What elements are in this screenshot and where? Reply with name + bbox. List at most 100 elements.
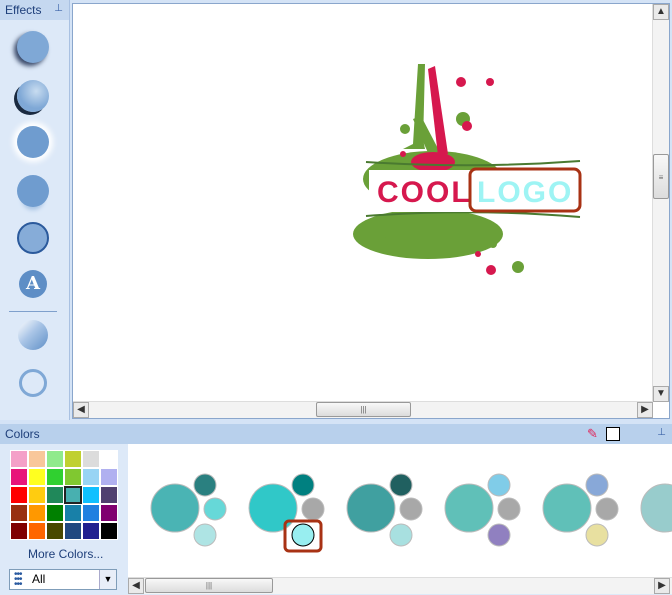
colors-title: Colors bbox=[5, 427, 40, 441]
text-effect-glyph: A bbox=[26, 273, 40, 294]
color-swatch[interactable] bbox=[100, 504, 118, 522]
scroll-left-button[interactable]: ◀ bbox=[73, 402, 89, 418]
color-circle[interactable] bbox=[585, 473, 609, 497]
more-colors-link[interactable]: More Colors... bbox=[28, 547, 103, 561]
color-swatch[interactable] bbox=[100, 486, 118, 504]
logo-word-logo[interactable]: LOGO bbox=[477, 176, 573, 209]
vertical-scroll-thumb[interactable]: ≡ bbox=[653, 154, 669, 199]
color-swatch[interactable] bbox=[10, 450, 28, 468]
color-palette bbox=[10, 450, 118, 540]
color-swatch[interactable] bbox=[46, 504, 64, 522]
color-circle[interactable] bbox=[487, 523, 511, 547]
chevron-down-icon[interactable]: ▼ bbox=[99, 570, 116, 589]
colors-header: Colors ✎ ⊥ bbox=[0, 424, 672, 444]
color-swatch[interactable] bbox=[46, 522, 64, 540]
text-effect-button[interactable]: A bbox=[19, 270, 47, 298]
gradient-effect-button[interactable] bbox=[18, 320, 48, 350]
color-circle[interactable] bbox=[640, 483, 672, 533]
logo-word-cool: COOL bbox=[377, 176, 472, 209]
effects-panel: Effects ⊥ A bbox=[0, 0, 70, 420]
color-circle[interactable] bbox=[389, 523, 413, 547]
glow-effect-button[interactable] bbox=[17, 126, 49, 158]
pin-icon[interactable]: ⊥ bbox=[54, 3, 63, 14]
color-circle[interactable] bbox=[399, 497, 423, 521]
color-swatch[interactable] bbox=[46, 468, 64, 486]
color-sets-gallery bbox=[128, 444, 672, 577]
sets-scroll-right-button[interactable]: ▶ bbox=[654, 578, 670, 594]
eyedropper-icon[interactable]: ✎ bbox=[587, 426, 598, 442]
color-swatch[interactable] bbox=[28, 468, 46, 486]
ring-effect-button[interactable] bbox=[19, 369, 47, 397]
color-circle[interactable] bbox=[193, 473, 217, 497]
color-circle[interactable] bbox=[150, 483, 200, 533]
color-circle[interactable] bbox=[389, 473, 413, 497]
grid-icon: ••• ••• ••• bbox=[14, 569, 22, 590]
color-swatch[interactable] bbox=[10, 486, 28, 504]
current-color-swatch[interactable] bbox=[606, 427, 620, 441]
vertical-scrollbar[interactable]: ▲ ≡ ▼ bbox=[652, 4, 669, 402]
color-circle[interactable] bbox=[291, 473, 315, 497]
color-circle[interactable] bbox=[497, 497, 521, 521]
color-swatch[interactable] bbox=[28, 450, 46, 468]
color-swatch[interactable] bbox=[28, 504, 46, 522]
design-canvas[interactable]: COOL LOGO ▲ ≡ ▼ ◀ ||| ▶ bbox=[72, 3, 670, 419]
color-swatch[interactable] bbox=[10, 504, 28, 522]
logo-artwork[interactable]: COOL LOGO bbox=[73, 4, 653, 402]
colors-panel: Colors ✎ ⊥ More Colors... ••• ••• ••• All … bbox=[0, 424, 672, 595]
color-circle[interactable] bbox=[542, 483, 592, 533]
color-swatch[interactable] bbox=[64, 504, 82, 522]
sets-scroll-left-button[interactable]: ◀ bbox=[128, 578, 144, 594]
color-swatch[interactable] bbox=[100, 468, 118, 486]
horizontal-scrollbar[interactable]: ◀ ||| ▶ bbox=[73, 401, 653, 418]
color-circle[interactable] bbox=[346, 483, 396, 533]
color-swatch[interactable] bbox=[28, 486, 46, 504]
color-swatch[interactable] bbox=[82, 450, 100, 468]
color-swatch[interactable] bbox=[10, 468, 28, 486]
shadow-effect-button[interactable] bbox=[17, 31, 49, 63]
color-swatch[interactable] bbox=[28, 522, 46, 540]
color-circle[interactable] bbox=[193, 523, 217, 547]
color-circle[interactable] bbox=[203, 497, 227, 521]
color-swatch[interactable] bbox=[100, 450, 118, 468]
color-circle[interactable] bbox=[585, 523, 609, 547]
color-swatch[interactable] bbox=[46, 486, 64, 504]
effects-title: Effects bbox=[5, 3, 42, 17]
bevel-effect-button[interactable] bbox=[17, 80, 49, 112]
scroll-right-button[interactable]: ▶ bbox=[637, 402, 653, 418]
color-swatch[interactable] bbox=[82, 468, 100, 486]
color-swatch[interactable] bbox=[64, 486, 82, 504]
color-swatch[interactable] bbox=[100, 522, 118, 540]
color-swatch[interactable] bbox=[82, 486, 100, 504]
color-swatch[interactable] bbox=[46, 450, 64, 468]
color-circle[interactable] bbox=[444, 483, 494, 533]
color-swatch[interactable] bbox=[82, 504, 100, 522]
sets-scroll-thumb[interactable]: ||| bbox=[145, 578, 273, 593]
reflection-effect-button[interactable] bbox=[17, 175, 49, 207]
color-swatch[interactable] bbox=[64, 450, 82, 468]
color-circle[interactable] bbox=[595, 497, 619, 521]
color-set[interactable] bbox=[542, 473, 619, 547]
scroll-up-button[interactable]: ▲ bbox=[653, 4, 669, 20]
scroll-down-button[interactable]: ▼ bbox=[653, 386, 669, 402]
effects-header: Effects ⊥ bbox=[0, 0, 69, 20]
color-set[interactable] bbox=[150, 473, 227, 547]
color-circle[interactable] bbox=[248, 483, 298, 533]
pin-icon[interactable]: ⊥ bbox=[657, 427, 666, 438]
color-swatch[interactable] bbox=[64, 522, 82, 540]
color-swatch[interactable] bbox=[10, 522, 28, 540]
color-swatch[interactable] bbox=[82, 522, 100, 540]
divider bbox=[9, 311, 57, 312]
color-swatch[interactable] bbox=[64, 468, 82, 486]
outline-effect-button[interactable] bbox=[17, 222, 49, 254]
horizontal-scroll-thumb[interactable]: ||| bbox=[316, 402, 411, 417]
color-sets-scrollbar[interactable]: ◀ ||| ▶ bbox=[128, 577, 672, 594]
color-circle[interactable] bbox=[301, 497, 325, 521]
color-set[interactable] bbox=[248, 473, 325, 553]
color-set[interactable] bbox=[444, 473, 521, 547]
color-circle[interactable] bbox=[487, 473, 511, 497]
color-set[interactable] bbox=[346, 473, 423, 547]
filter-value: All bbox=[32, 572, 46, 586]
color-circle[interactable] bbox=[291, 523, 315, 547]
color-filter-dropdown[interactable]: ••• ••• ••• All ▼ bbox=[9, 569, 117, 590]
color-set[interactable] bbox=[640, 483, 672, 533]
